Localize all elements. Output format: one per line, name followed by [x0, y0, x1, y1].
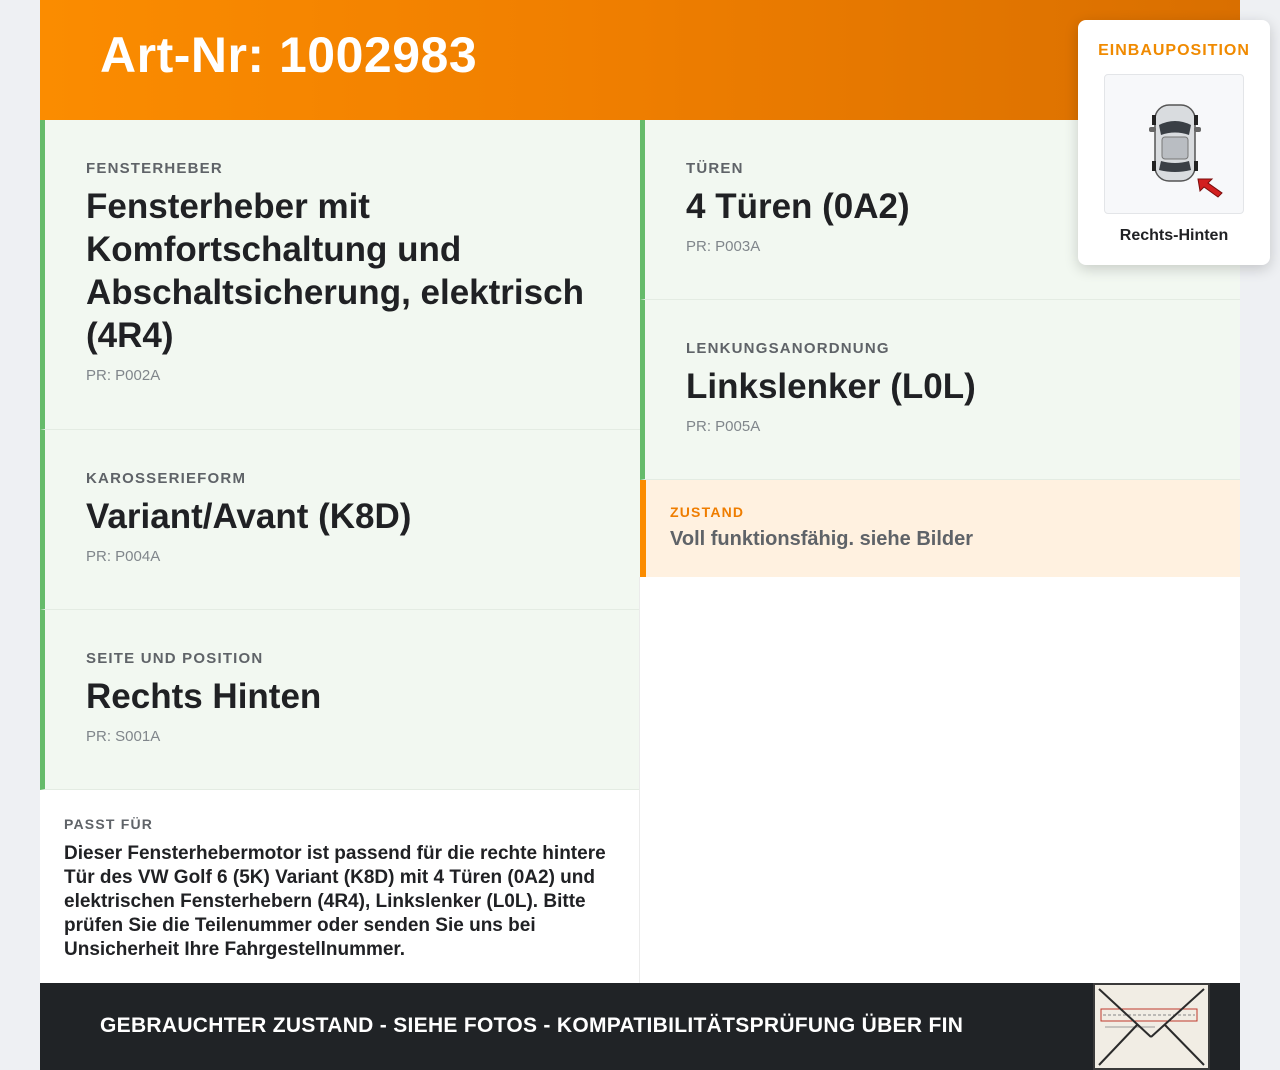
spec-label: LENKUNGSANORDNUNG: [686, 340, 890, 357]
condition-text: Voll funktionsfähig. siehe Bilder: [670, 528, 973, 550]
left-column: FENSTERHEBER Fensterheber mit Komfortsch…: [40, 120, 640, 790]
condition-box: ZUSTAND Voll funktionsfähig. siehe Bilde…: [640, 480, 1240, 577]
installation-position-card: EINBAUPOSITION Rechts-Hinten: [1078, 20, 1270, 265]
installation-position-label: EINBAUPOSITION: [1098, 42, 1250, 59]
footer-text: GEBRAUCHTER ZUSTAND - SIEHE FOTOS - KOMP…: [100, 1014, 964, 1037]
spec-card-karosserieform: KAROSSERIEFORM Variant/Avant (K8D) PR: P…: [40, 430, 640, 610]
spec-card-seite-position: SEITE UND POSITION Rechts Hinten PR: S00…: [40, 610, 640, 790]
spec-pr-code: PR: P005A: [686, 418, 761, 435]
position-arrow-icon: [1197, 178, 1223, 198]
condition-label: ZUSTAND: [670, 504, 745, 520]
car-position-diagram: [1104, 74, 1244, 214]
header-bar: Art-Nr: 1002983: [40, 0, 1240, 120]
installation-position-caption: Rechts-Hinten: [1119, 227, 1229, 244]
spec-value: Fensterheber mit Komfortschaltung und Ab…: [86, 187, 584, 355]
spec-value: Rechts Hinten: [86, 677, 322, 716]
spec-value: Variant/Avant (K8D): [86, 497, 412, 536]
registration-document-thumbnail[interactable]: [1093, 983, 1210, 1070]
spec-pr-code: PR: P002A: [86, 367, 161, 384]
spec-label: SEITE UND POSITION: [86, 650, 264, 667]
product-sheet: Art-Nr: 1002983 FENSTERHEBER Fensterhebe…: [40, 0, 1270, 1070]
spec-pr-code: PR: S001A: [86, 728, 161, 745]
spec-label: FENSTERHEBER: [86, 160, 223, 177]
compatibility-text: Dieser Fensterhebermotor ist passend für…: [64, 843, 606, 960]
spec-label: KAROSSERIEFORM: [86, 470, 247, 487]
spec-card-lenkungsanordnung: LENKUNGSANORDNUNG Linkslenker (L0L) PR: …: [640, 300, 1240, 480]
compatibility-label: PASST FÜR: [64, 816, 154, 832]
article-number-title: Art-Nr: 1002983: [100, 27, 478, 83]
compatibility-section: PASST FÜR Dieser Fensterhebermotor ist p…: [40, 790, 640, 983]
spec-value: Linkslenker (L0L): [686, 367, 976, 406]
footer-bar: GEBRAUCHTER ZUSTAND - SIEHE FOTOS - KOMP…: [40, 983, 1240, 1070]
document-envelope-icon: [1095, 985, 1208, 1068]
spec-pr-code: PR: P004A: [86, 548, 161, 565]
car-top-view-icon: [1149, 104, 1223, 198]
spec-card-fensterheber: FENSTERHEBER Fensterheber mit Komfortsch…: [40, 120, 640, 430]
